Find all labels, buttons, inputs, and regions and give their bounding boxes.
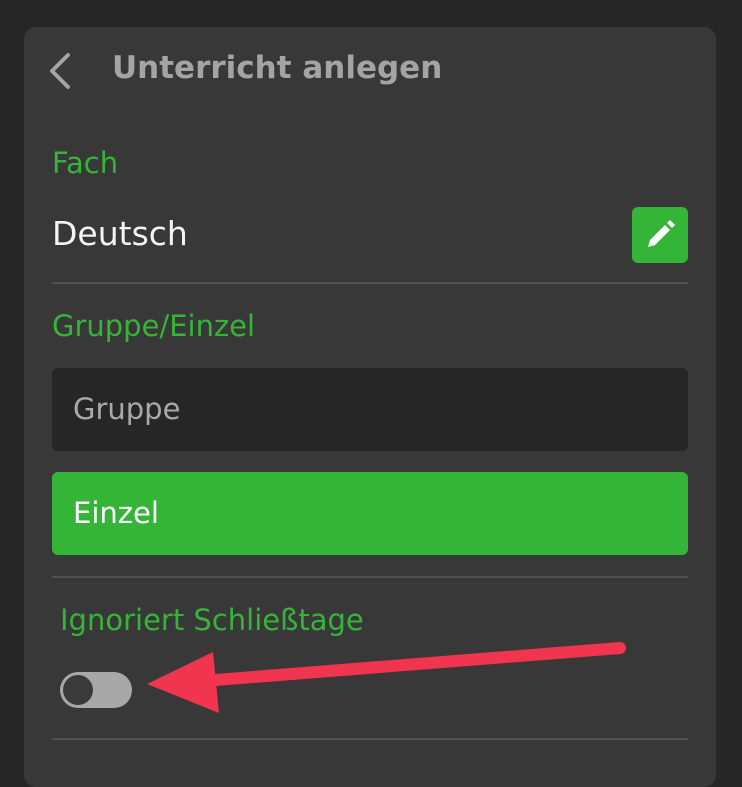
schliesstage-label: Ignoriert Schließtage <box>60 603 364 637</box>
form-panel: Unterricht anlegen Fach Deutsch Gruppe/E… <box>24 27 716 787</box>
toggle-knob <box>63 675 93 705</box>
option-einzel[interactable]: Einzel <box>52 472 688 555</box>
divider <box>52 576 688 578</box>
fach-label: Fach <box>52 146 119 180</box>
edit-fach-button[interactable] <box>632 207 688 263</box>
fach-value: Deutsch <box>52 214 188 253</box>
header: Unterricht anlegen <box>24 27 716 115</box>
option-gruppe[interactable]: Gruppe <box>52 368 688 451</box>
chevron-left-icon[interactable] <box>46 51 76 91</box>
schliesstage-toggle[interactable] <box>60 672 132 708</box>
gruppe-einzel-label: Gruppe/Einzel <box>52 309 256 343</box>
page-title: Unterricht anlegen <box>112 50 443 86</box>
divider <box>52 738 688 740</box>
pencil-icon <box>648 220 675 247</box>
divider <box>52 282 688 284</box>
